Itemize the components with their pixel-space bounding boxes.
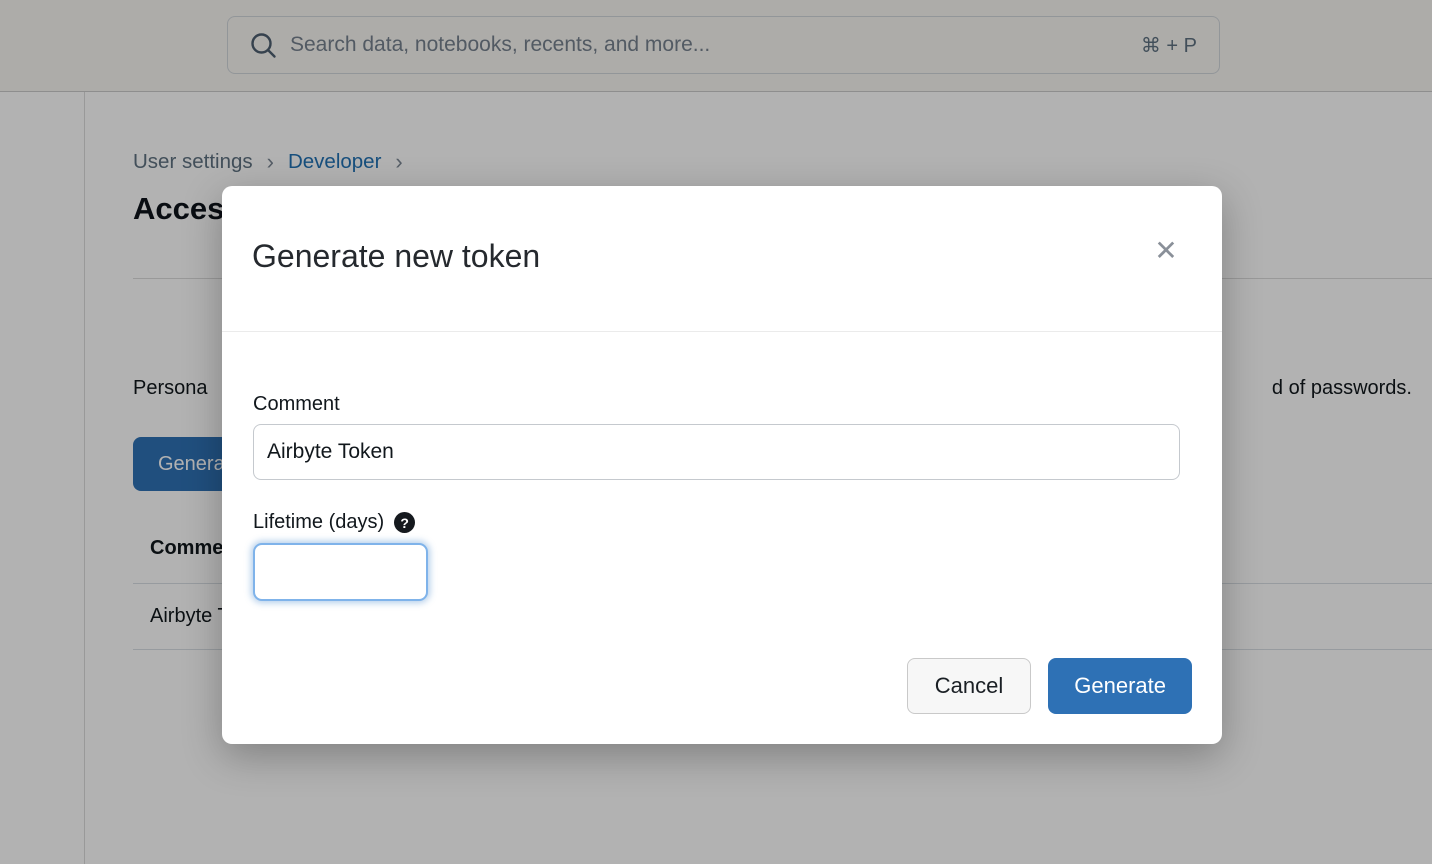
generate-token-modal: Generate new token ✕ Comment Lifetime (d… bbox=[222, 186, 1222, 744]
lifetime-input[interactable] bbox=[253, 543, 428, 601]
modal-footer: Cancel Generate bbox=[907, 658, 1192, 714]
close-icon[interactable]: ✕ bbox=[1146, 230, 1186, 270]
generate-button[interactable]: Generate bbox=[1048, 658, 1192, 714]
modal-body: Comment Lifetime (days) ? Cancel Generat… bbox=[222, 332, 1222, 743]
comment-input[interactable] bbox=[253, 424, 1180, 480]
cancel-button[interactable]: Cancel bbox=[907, 658, 1031, 714]
lifetime-label-row: Lifetime (days) ? bbox=[253, 511, 415, 534]
lifetime-field-label: Lifetime (days) bbox=[253, 511, 384, 534]
help-icon[interactable]: ? bbox=[394, 512, 415, 533]
comment-field-label: Comment bbox=[253, 393, 340, 416]
modal-title: Generate new token bbox=[252, 238, 540, 275]
modal-header: Generate new token ✕ bbox=[222, 186, 1222, 332]
